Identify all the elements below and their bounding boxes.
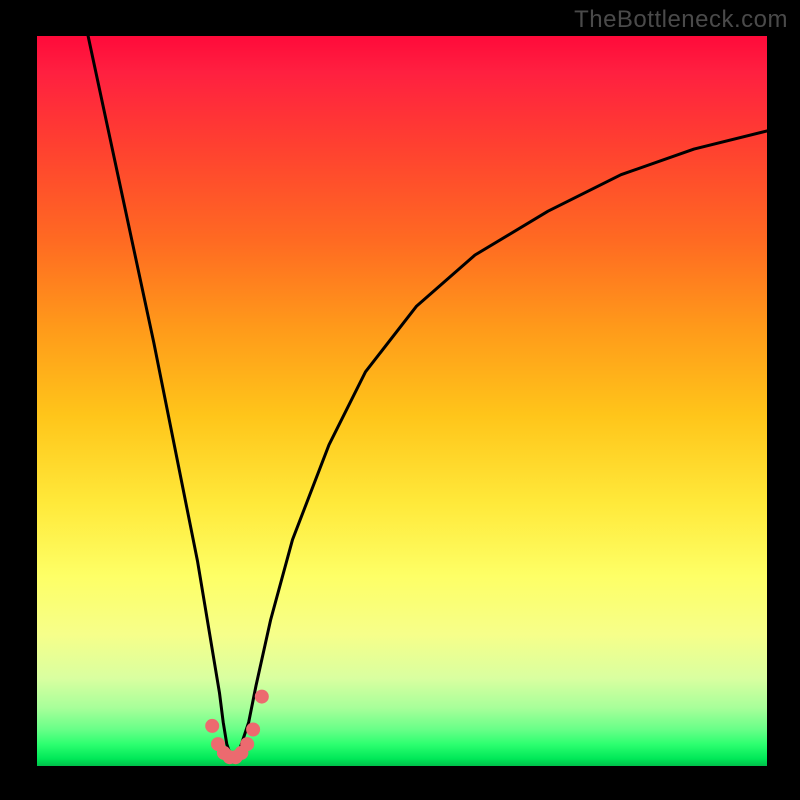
watermark-text: TheBottleneck.com [574, 6, 788, 34]
bottleneck-curve [88, 36, 767, 759]
highlight-dot [240, 737, 254, 751]
highlight-dot [255, 690, 269, 704]
curve-svg [37, 36, 767, 766]
chart-frame: TheBottleneck.com [0, 0, 800, 800]
highlight-dots [205, 690, 269, 765]
plot-area [37, 36, 767, 766]
highlight-dot [246, 723, 260, 737]
highlight-dot [205, 719, 219, 733]
